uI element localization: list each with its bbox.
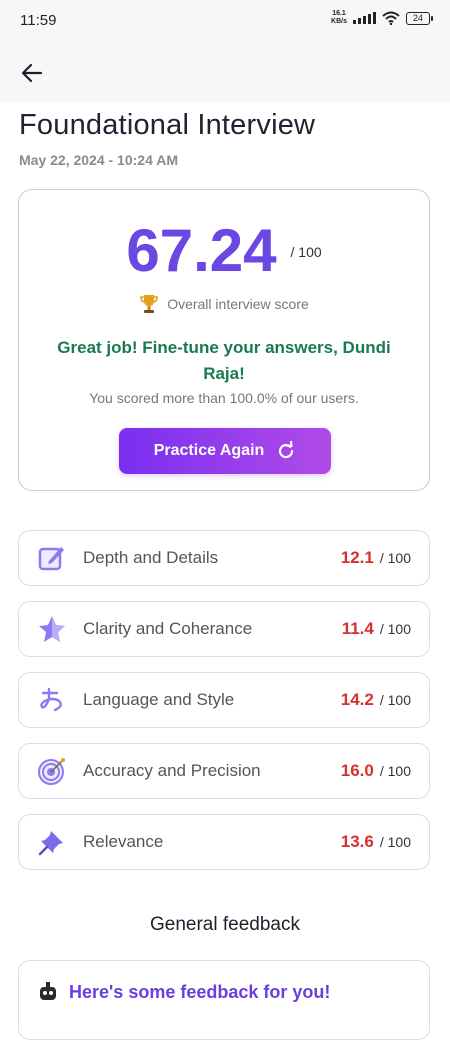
- metric-score: 16.0: [340, 761, 374, 780]
- metric-score: 13.6: [340, 832, 374, 851]
- metric-relevance[interactable]: Relevance 13.6 / 100: [18, 814, 430, 870]
- percentile-text: You scored more than 100.0% of our users…: [89, 390, 359, 406]
- signal-icon: [353, 12, 376, 24]
- status-indicators: 16.1 KB/s 24: [331, 10, 433, 26]
- status-time: 11:59: [20, 12, 57, 29]
- metric-score: 11.4: [341, 619, 374, 638]
- practice-again-label: Practice Again: [153, 442, 265, 459]
- metric-label: Clarity and Coherance: [83, 619, 253, 638]
- overall-score: 67.24: [126, 217, 277, 284]
- score-card: 67.24 / 100 Overall interview score Grea…: [18, 189, 430, 491]
- trophy-icon: [140, 295, 158, 313]
- star-icon: [35, 612, 69, 646]
- metric-max: / 100: [379, 834, 411, 850]
- back-arrow-icon: [21, 63, 43, 83]
- app-bar: [0, 44, 450, 102]
- metric-clarity-and-coherance[interactable]: Clarity and Coherance 11.4 / 100: [18, 601, 430, 657]
- network-speed: 16.1 KB/s: [331, 10, 347, 26]
- metric-label: Relevance: [83, 832, 164, 851]
- edit-square-icon: [35, 541, 69, 575]
- interview-datetime: May 22, 2024 - 10:24 AM: [19, 152, 179, 168]
- metric-label: Depth and Details: [83, 548, 219, 567]
- metric-max: / 100: [379, 692, 411, 708]
- language-glyph-icon: [35, 683, 69, 717]
- feedback-card-title: Here's some feedback for you!: [69, 981, 331, 1002]
- metric-score: 14.2: [340, 690, 374, 709]
- metric-language-and-style[interactable]: Language and Style 14.2 / 100: [18, 672, 430, 728]
- metric-label: Language and Style: [83, 690, 235, 709]
- wifi-icon: [382, 11, 400, 25]
- general-feedback-heading: General feedback: [150, 914, 300, 935]
- overall-score-label: Overall interview score: [167, 296, 309, 312]
- overall-score-max: / 100: [290, 244, 322, 260]
- network-speed-value: 16.1: [332, 10, 346, 17]
- metric-max: / 100: [379, 763, 411, 779]
- pushpin-icon: [35, 825, 69, 859]
- metric-score: 12.1: [340, 548, 374, 567]
- metric-label: Accuracy and Precision: [83, 761, 261, 780]
- refresh-icon: [279, 441, 294, 459]
- back-button[interactable]: [16, 57, 48, 89]
- practice-again-button[interactable]: Practice Again: [119, 428, 331, 474]
- battery-icon: 24: [406, 11, 433, 25]
- page-title: Foundational Interview: [19, 109, 316, 141]
- score-row: 67.24 / 100: [19, 216, 429, 286]
- overall-label-row: Overall interview score: [19, 293, 429, 315]
- metric-depth-and-details[interactable]: Depth and Details 12.1 / 100: [18, 530, 430, 586]
- status-bar: 11:59 16.1 KB/s 24: [0, 0, 450, 44]
- feedback-card[interactable]: Here's some feedback for you!: [18, 960, 430, 1040]
- encouragement-message: Great job! Fine-tune your answers, Dundi…: [57, 338, 391, 383]
- target-icon: [35, 754, 69, 788]
- metric-accuracy-and-precision[interactable]: Accuracy and Precision 16.0 / 100: [18, 743, 430, 799]
- metric-max: / 100: [379, 621, 411, 637]
- network-speed-unit: KB/s: [331, 18, 347, 25]
- metric-max: / 100: [379, 550, 411, 566]
